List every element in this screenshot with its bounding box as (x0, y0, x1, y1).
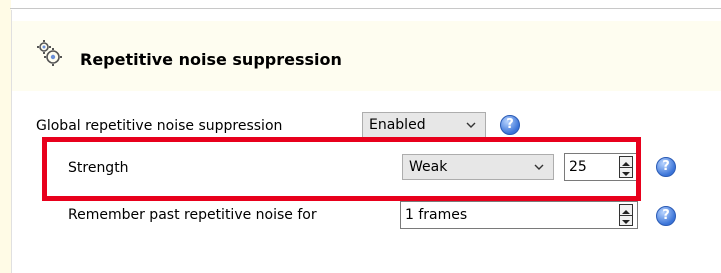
remember-frames-value: 1 frames (405, 207, 468, 223)
remember-spin-buttons[interactable] (619, 204, 633, 226)
global-suppression-label: Global repetitive noise suppression (36, 118, 283, 134)
top-divider (10, 8, 721, 9)
left-margin-strip (0, 0, 11, 273)
global-help-icon[interactable]: ? (500, 115, 520, 135)
remember-label: Remember past repetitive noise for (68, 207, 317, 223)
gears-icon (33, 37, 65, 69)
spin-down-button[interactable] (620, 215, 632, 225)
remember-help-icon[interactable]: ? (656, 206, 676, 226)
remember-frames-spinbox[interactable]: 1 frames (400, 201, 638, 229)
section-title: Repetitive noise suppression (80, 50, 342, 69)
global-suppression-value: Enabled (369, 117, 426, 133)
highlight-box (42, 137, 641, 201)
section-header: Repetitive noise suppression (12, 21, 721, 91)
settings-page: Repetitive noise suppression Global repe… (0, 0, 721, 273)
chevron-down-icon (465, 119, 477, 131)
strength-help-icon[interactable]: ? (656, 157, 676, 177)
global-suppression-select[interactable]: Enabled (362, 112, 486, 138)
